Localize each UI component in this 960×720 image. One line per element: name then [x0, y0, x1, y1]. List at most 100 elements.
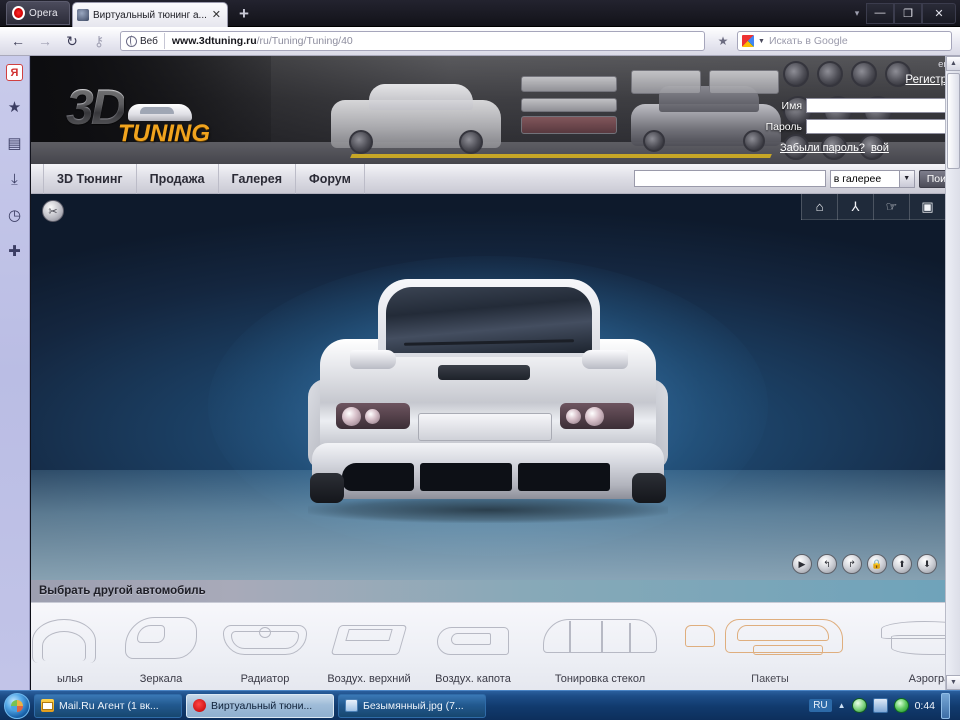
- banner-suv-wheel-rear: [459, 130, 483, 154]
- taskbar-item-opera[interactable]: Виртуальный тюни...: [186, 693, 334, 718]
- part-item-fenders[interactable]: ылья: [31, 603, 109, 690]
- part-label: Воздух. капота: [435, 673, 511, 685]
- fender-sketch-icon: [31, 611, 114, 669]
- tray-icon-network[interactable]: [872, 698, 888, 713]
- vertical-scrollbar[interactable]: ▲ ▼: [945, 56, 960, 690]
- air-top-sketch-icon: [325, 611, 413, 669]
- chevron-up-icon[interactable]: ▲: [838, 701, 846, 710]
- move-up-button[interactable]: ⬆: [892, 554, 912, 574]
- scroll-up-arrow-icon[interactable]: ▲: [946, 56, 960, 71]
- part-item-mirrors[interactable]: Зеркала: [109, 603, 213, 690]
- nav-item-3d-tuning[interactable]: 3D Тюнинг: [43, 163, 137, 194]
- system-clock[interactable]: 0:44: [915, 700, 935, 712]
- tab-close-icon[interactable]: ✕: [210, 9, 223, 21]
- search-scope-select[interactable]: в галерее ▼: [829, 169, 915, 188]
- viewer-toolbar: ⌂ ⅄ ☞ ▣: [801, 194, 945, 220]
- logo-tuning-text: TUNING: [118, 120, 210, 147]
- username-input[interactable]: [806, 98, 960, 113]
- chevron-down-icon[interactable]: ▼: [898, 170, 914, 187]
- start-button[interactable]: [4, 692, 30, 719]
- nav-item-forum[interactable]: Форум: [296, 163, 365, 194]
- site-search-group: в галерее ▼ Пои: [633, 169, 960, 188]
- restore-button[interactable]: ❐: [894, 2, 922, 24]
- nav-item-sales[interactable]: Продажа: [137, 163, 219, 194]
- banner-suv-wheel-front: [349, 130, 373, 154]
- chevron-down-icon[interactable]: ▼: [758, 38, 765, 45]
- parts-shelf-3: [521, 116, 617, 134]
- part-item-radiator[interactable]: Радиатор: [213, 603, 317, 690]
- new-tab-button[interactable]: +: [234, 5, 254, 24]
- add-panel-icon[interactable]: ✚: [5, 241, 25, 261]
- tray-icon-antivirus[interactable]: [893, 698, 909, 713]
- history-icon[interactable]: ◷: [5, 205, 25, 225]
- password-input[interactable]: [806, 119, 960, 134]
- password-row: Пароль: [760, 118, 960, 135]
- play-button[interactable]: ▶: [792, 554, 812, 574]
- site-search-input[interactable]: [633, 170, 826, 187]
- lamp-icon: [566, 408, 581, 424]
- car-3d-viewer[interactable]: ✂ ⌂ ⅄ ☞ ▣ ▶ ↰ ↱ 🔒 ⬆ ⬇: [31, 194, 945, 580]
- browser-tab[interactable]: Виртуальный тюнинг а... ✕: [72, 2, 228, 27]
- bookmarks-icon[interactable]: ★: [5, 97, 25, 117]
- username-row: Имя: [760, 97, 960, 114]
- yandex-icon[interactable]: Я: [6, 64, 23, 81]
- reload-icon[interactable]: ↻: [60, 30, 84, 52]
- part-item-air-top[interactable]: Воздух. верхний: [317, 603, 421, 690]
- key-icon[interactable]: ⚷: [87, 30, 111, 52]
- part-item-air-hood[interactable]: Воздух. капота: [421, 603, 525, 690]
- part-item-window-tint[interactable]: Тонировка стекол: [525, 603, 675, 690]
- tray-icon-messenger[interactable]: [851, 698, 867, 713]
- lock-button[interactable]: 🔒: [867, 554, 887, 574]
- choose-another-car-label: Выбрать другой автомобиль: [39, 585, 206, 597]
- home-icon[interactable]: ⌂: [801, 194, 837, 220]
- login-link[interactable]: вой: [871, 142, 889, 154]
- search-scope-value: в галерее: [833, 172, 882, 185]
- lamp-icon[interactable]: ☞: [873, 194, 909, 220]
- minimize-button[interactable]: —: [866, 2, 894, 24]
- nav-item-gallery[interactable]: Галерея: [219, 163, 297, 194]
- part-item-packages[interactable]: Пакеты: [675, 603, 865, 690]
- part-label: Воздух. верхний: [327, 673, 411, 685]
- part-label: Аэрография: [908, 673, 945, 685]
- close-button[interactable]: ✕: [922, 2, 956, 24]
- taskbar-item-mailru[interactable]: Mail.Ru Агент (1 вк...: [34, 693, 182, 718]
- rotate-left-button[interactable]: ↰: [817, 554, 837, 574]
- vertical-scroll-thumb[interactable]: [947, 73, 960, 169]
- back-icon[interactable]: ←: [6, 30, 30, 52]
- language-indicator[interactable]: RU: [809, 699, 832, 712]
- car-render[interactable]: [308, 267, 668, 523]
- rotate-right-button[interactable]: ↱: [842, 554, 862, 574]
- downloads-icon[interactable]: ⤓: [5, 169, 25, 189]
- chevron-down-icon[interactable]: ▾: [848, 8, 866, 19]
- bookmark-star-icon[interactable]: ★: [712, 31, 734, 51]
- taskbar-item-label: Mail.Ru Агент (1 вк...: [59, 699, 159, 712]
- taskbar-item-image[interactable]: Безымянный.jpg (7...: [338, 693, 486, 718]
- show-desktop-button[interactable]: [941, 692, 950, 719]
- transform-icon[interactable]: ⅄: [837, 194, 873, 220]
- browser-search-box[interactable]: ▼ Искать в Google: [737, 31, 952, 51]
- opera-menu-button[interactable]: Opera: [6, 1, 70, 25]
- taskbar-item-label: Безымянный.jpg (7...: [363, 699, 464, 712]
- car-wheel-left: [310, 473, 344, 503]
- packages-sketch-icon: [681, 611, 859, 669]
- camera-icon[interactable]: ▣: [909, 194, 945, 220]
- site-logo[interactable]: 3D TUNING: [66, 76, 236, 147]
- viewer-control-buttons: ▶ ↰ ↱ 🔒 ⬆ ⬇: [792, 554, 937, 574]
- part-item-airbrush[interactable]: Аэрография: [865, 603, 945, 690]
- forward-icon[interactable]: →: [33, 30, 57, 52]
- move-down-button[interactable]: ⬇: [917, 554, 937, 574]
- password-label: Пароль: [765, 120, 802, 133]
- login-panel: eng Регистрац Имя Пароль Забыли пароль? …: [760, 56, 960, 164]
- logo-car-icon: [128, 104, 192, 121]
- forgot-password-link[interactable]: Забыли пароль?: [780, 142, 865, 154]
- tools-icon[interactable]: ✂: [42, 200, 64, 222]
- scroll-down-arrow-icon[interactable]: ▼: [946, 675, 960, 690]
- choose-another-car-bar[interactable]: Выбрать другой автомобиль: [31, 580, 945, 602]
- car-grille: [418, 413, 552, 441]
- web-page-content: 3D TUNING eng Регистрац Имя Пароль Забыл…: [31, 56, 960, 690]
- address-bar[interactable]: Веб www.3dtuning.ru/ru/Tuning/Tuning/40: [120, 31, 705, 51]
- notes-icon[interactable]: ▤: [5, 133, 25, 153]
- globe-icon: [126, 35, 137, 47]
- parts-carousel[interactable]: ылья Зеркала Радиатор Воздух. верхний Во…: [31, 602, 945, 690]
- opera-menu-label: Opera: [29, 7, 58, 19]
